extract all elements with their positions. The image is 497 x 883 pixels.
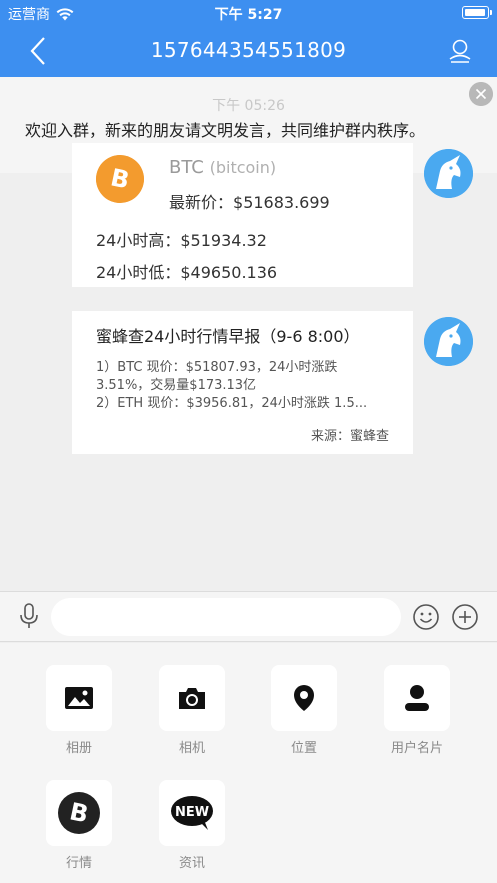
news-line: 3.51%，交易量$173.13亿	[96, 378, 257, 393]
message-input[interactable]	[51, 598, 401, 636]
news-title: 蜜蜂查24小时行情早报（9-6 8:00）	[96, 327, 360, 346]
tool-market-box[interactable]: B	[46, 780, 112, 846]
tool-location-box[interactable]	[271, 665, 337, 731]
coin-price-card[interactable]: B BTC (bitcoin) 最新价：$51683.699 24小时高：$51…	[72, 143, 413, 287]
news-icon: NEW	[171, 796, 213, 830]
tool-camera[interactable]: 相机	[159, 665, 225, 756]
unicorn-avatar-icon[interactable]	[424, 317, 473, 366]
coin-name: BTC (bitcoin)	[169, 157, 276, 178]
high-label: 24小时高：	[96, 231, 181, 250]
tool-label: 行情	[65, 856, 92, 871]
tool-label: 相机	[178, 741, 205, 756]
news-line: 1）BTC 现价：$51807.93，24小时涨跌	[96, 360, 338, 375]
tool-album-box[interactable]	[46, 665, 112, 731]
news-line: 2）ETH 现价：$3956.81，24小时涨跌 1.5...	[96, 396, 368, 411]
news-source: 来源：蜜蜂查	[310, 429, 389, 444]
microphone-icon[interactable]	[16, 602, 42, 630]
high-value: $51934.32	[180, 231, 267, 250]
battery-icon	[462, 6, 492, 19]
tool-camera-box[interactable]	[159, 665, 225, 731]
plus-circle-icon[interactable]	[451, 603, 479, 631]
tool-label: 相册	[65, 741, 92, 756]
unicorn-avatar-icon[interactable]	[424, 149, 473, 198]
latest-value: $51683.699	[233, 193, 330, 212]
bitcoin-icon: B	[58, 792, 100, 834]
photo-icon	[65, 687, 93, 709]
low-label: 24小时低：	[96, 263, 181, 282]
tool-label: 资讯	[178, 856, 205, 871]
tool-user-card[interactable]: 用户名片	[384, 665, 450, 756]
tool-user-card-box[interactable]	[384, 665, 450, 731]
tool-market[interactable]: B 行情	[46, 780, 112, 871]
more-tools-panel: 相册 相机 位置 用户名片 B 行情 NEW 资讯	[0, 643, 497, 883]
tool-label: 用户名片	[390, 741, 443, 756]
group-members-icon[interactable]	[447, 38, 473, 64]
tool-label: 位置	[290, 741, 317, 756]
notice-text: 欢迎入群，新来的朋友请文明发言，共同维护群内秩序。	[25, 121, 426, 140]
status-time: 下午 5:27	[214, 7, 283, 23]
tool-location[interactable]: 位置	[271, 665, 337, 756]
chat-input-bar	[0, 591, 497, 642]
svg-text:NEW: NEW	[175, 805, 209, 820]
tool-news[interactable]: NEW 资讯	[159, 780, 225, 871]
nav-bar: 157644354551809	[0, 26, 497, 77]
news-body: 1）BTC 现价：$51807.93，24小时涨跌 3.51%，交易量$173.…	[96, 359, 396, 413]
camera-icon	[179, 688, 205, 709]
close-icon[interactable]	[469, 82, 493, 106]
coin-24h-high: 24小时高：$51934.32	[96, 227, 267, 251]
latest-label: 最新价：	[169, 193, 234, 212]
tool-news-box[interactable]: NEW	[159, 780, 225, 846]
coin-24h-low: 24小时低：$49650.136	[96, 259, 277, 283]
tool-album[interactable]: 相册	[46, 665, 112, 756]
status-bar: 运营商 下午 5:27	[0, 0, 497, 26]
location-icon	[294, 685, 314, 711]
user-card-icon	[405, 685, 429, 711]
coin-latest-price: 最新价：$51683.699	[169, 189, 330, 213]
low-value: $49650.136	[180, 263, 278, 282]
page-title: 157644354551809	[150, 38, 347, 62]
message-timestamp: 下午 05:26	[212, 98, 285, 114]
coin-symbol: BTC	[169, 157, 204, 178]
coin-full-name: (bitcoin)	[209, 158, 277, 177]
news-card[interactable]: 蜜蜂查24小时行情早报（9-6 8:00） 1）BTC 现价：$51807.93…	[72, 311, 413, 454]
emoji-icon[interactable]	[412, 603, 440, 631]
bitcoin-logo-icon: B	[96, 155, 144, 203]
